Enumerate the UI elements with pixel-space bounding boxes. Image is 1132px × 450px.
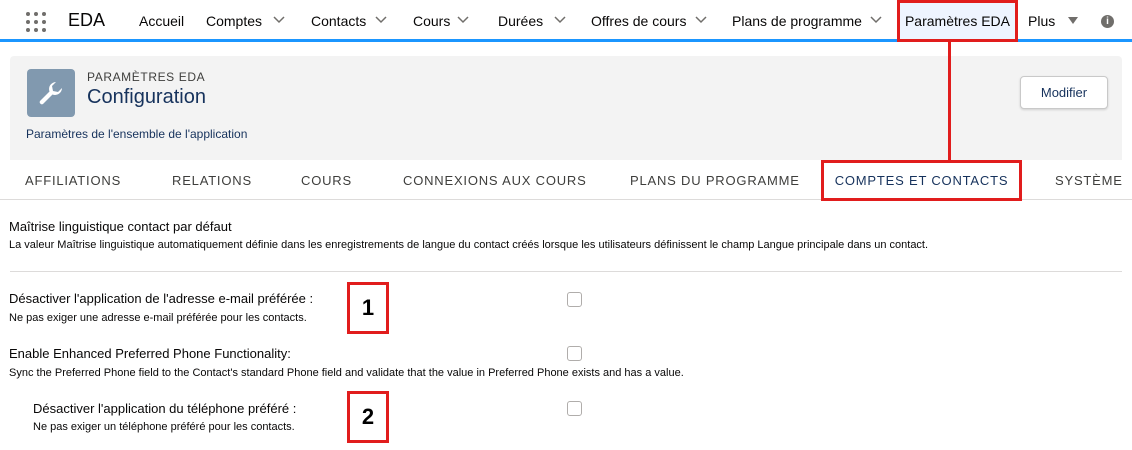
setting-label-disable-preferred-phone: Désactiver l'application du téléphone pr… [33, 401, 297, 416]
disable-preferred-email-checkbox[interactable] [567, 292, 582, 307]
page-header: PARAMÈTRES EDA Configuration Paramètres … [10, 56, 1122, 160]
nav-item-parametres-eda[interactable]: Paramètres EDA [897, 0, 1018, 42]
setting-help-enhanced-preferred-phone: Sync the Preferred Phone field to the Co… [9, 367, 684, 379]
highlight-connector [948, 42, 951, 160]
enhanced-preferred-phone-checkbox[interactable] [567, 346, 582, 361]
nav-item-plans-de-programme[interactable]: Plans de programme [732, 13, 862, 29]
tab-comptes-et-contacts[interactable]: COMPTES ET CONTACTS [821, 160, 1022, 201]
page-title: Configuration [87, 86, 206, 108]
chevron-down-icon[interactable] [272, 12, 286, 26]
tab-connexions-aux-cours[interactable]: CONNEXIONS AUX COURS [403, 173, 587, 188]
nav-item-cours[interactable]: Cours [413, 13, 450, 29]
disable-preferred-phone-checkbox[interactable] [567, 401, 582, 416]
setting-label-disable-preferred-email: Désactiver l'application de l'adresse e-… [9, 291, 314, 306]
setting-help-disable-preferred-phone: Ne pas exiger un téléphone préféré pour … [33, 421, 295, 433]
nav-item-durees[interactable]: Durées [498, 13, 543, 29]
wrench-icon [27, 69, 75, 117]
tab-systeme[interactable]: SYSTÈME [1055, 173, 1123, 188]
tab-plans-du-programme[interactable]: PLANS DU PROGRAMME [630, 173, 800, 188]
app-launcher-icon[interactable] [26, 12, 46, 32]
chevron-down-icon[interactable] [456, 12, 470, 26]
info-icon[interactable]: i [1101, 15, 1114, 28]
caret-down-icon[interactable] [1066, 14, 1080, 28]
modify-button[interactable]: Modifier [1020, 76, 1108, 109]
setting-label-enhanced-preferred-phone: Enable Enhanced Preferred Phone Function… [9, 346, 291, 361]
object-label: PARAMÈTRES EDA [87, 70, 206, 84]
divider [10, 271, 1122, 272]
chevron-down-icon[interactable] [553, 12, 567, 26]
tab-relations[interactable]: RELATIONS [172, 173, 252, 188]
nav-item-accueil[interactable]: Accueil [139, 13, 184, 29]
setting-help-disable-preferred-email: Ne pas exiger une adresse e-mail préféré… [9, 312, 307, 324]
nav-item-plus[interactable]: Plus [1028, 13, 1055, 29]
annotation-badge-1: 1 [347, 282, 389, 334]
chevron-down-icon[interactable] [374, 12, 388, 26]
chevron-down-icon[interactable] [869, 12, 883, 26]
nav-item-offres-de-cours[interactable]: Offres de cours [591, 13, 686, 29]
chevron-down-icon[interactable] [694, 12, 708, 26]
nav-item-comptes[interactable]: Comptes [206, 13, 262, 29]
page-description: Paramètres de l'ensemble de l'applicatio… [26, 127, 248, 141]
annotation-badge-2: 2 [347, 391, 389, 443]
setting-help-default-fluency: La valeur Maîtrise linguistique automati… [9, 239, 929, 251]
top-navigation: EDA Accueil Comptes Contacts Cours Durée… [0, 0, 1132, 42]
tab-cours[interactable]: COURS [301, 173, 352, 188]
setting-label-default-fluency: Maîtrise linguistique contact par défaut [9, 219, 232, 234]
app-name: EDA [68, 10, 106, 30]
nav-item-contacts[interactable]: Contacts [311, 13, 366, 29]
tab-affiliations[interactable]: AFFILIATIONS [25, 173, 121, 188]
